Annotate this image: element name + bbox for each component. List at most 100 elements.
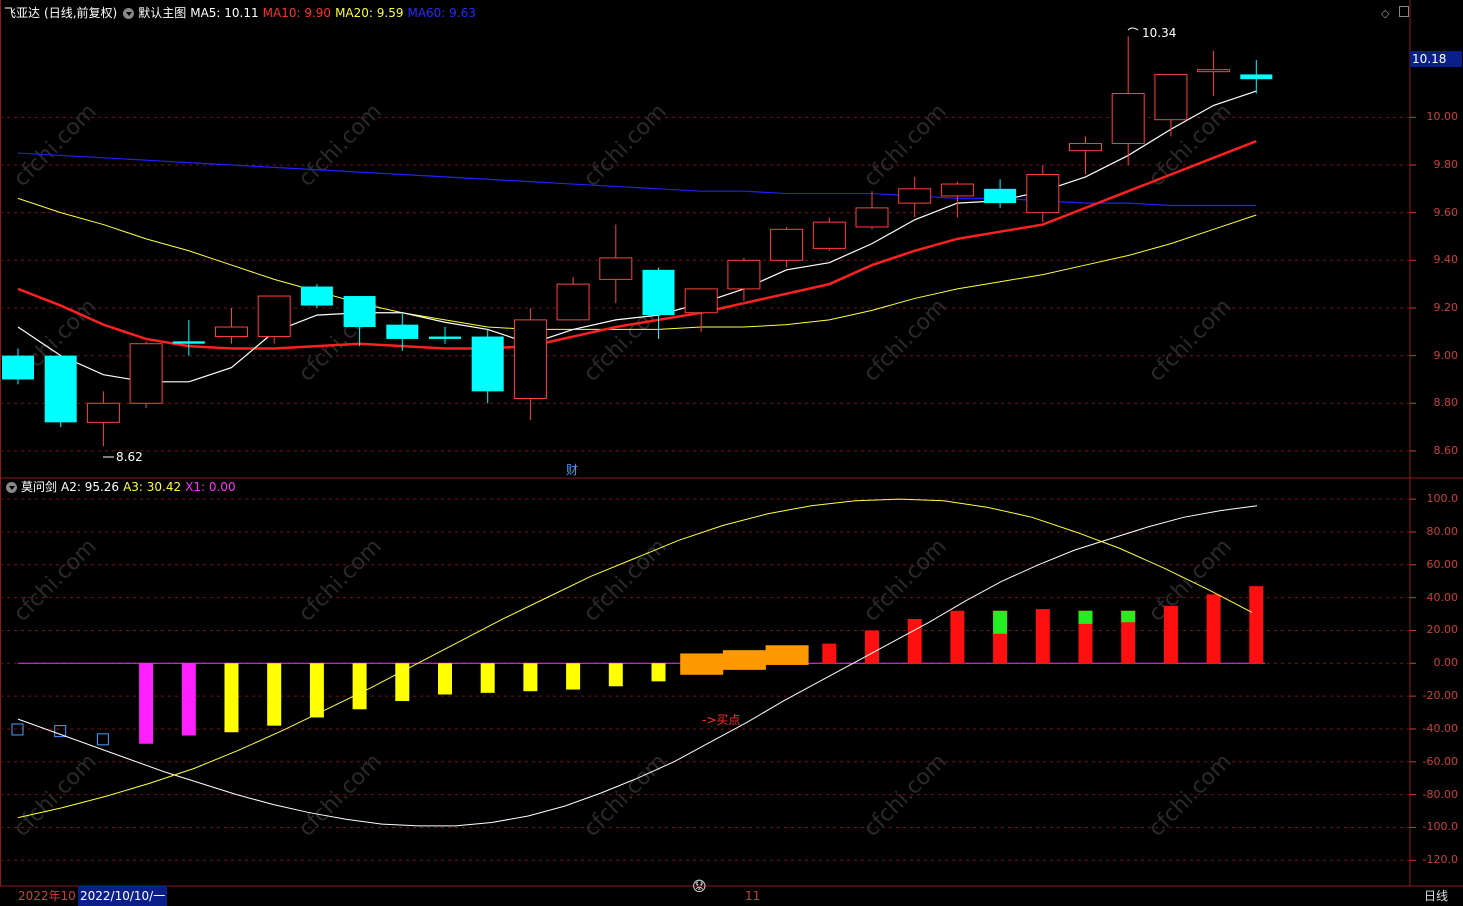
- buy-point-label: ->买点: [702, 713, 740, 727]
- indicator-tick-label: 60.00: [1426, 557, 1459, 571]
- price-tick-label: 8.60: [1433, 443, 1459, 457]
- candle: [812, 217, 846, 251]
- candle: [727, 257, 761, 301]
- indicator-tick-label: 20.00: [1426, 623, 1459, 637]
- candle-body: [812, 221, 846, 249]
- price-tick-label: 9.60: [1433, 205, 1459, 219]
- candle-body: [1197, 69, 1231, 73]
- a3-label: A3: 30.42: [123, 480, 182, 494]
- candle: [1197, 50, 1231, 96]
- indicator-bar: [865, 630, 879, 664]
- candle: [1240, 60, 1273, 94]
- price-tick-label: 9.40: [1433, 253, 1459, 267]
- candle-body: [684, 288, 718, 314]
- ma5-label: MA5: 10.11: [190, 6, 259, 20]
- candle-body: [257, 295, 291, 338]
- current-price-tag: 10.18: [1410, 51, 1462, 67]
- chart-menu-icon[interactable]: [123, 8, 135, 19]
- candle: [1026, 164, 1060, 223]
- candle-body: [642, 269, 675, 316]
- indicator-bar-green: [1078, 610, 1093, 624]
- stock-name: 飞亚达: [4, 6, 41, 20]
- watermark-text: cfchi.com: [859, 99, 952, 192]
- candle: [1154, 73, 1188, 137]
- indicator-tick-label: -100.0: [1422, 820, 1458, 834]
- candle-body: [343, 296, 376, 328]
- a2-label: A2: 95.26: [61, 480, 120, 494]
- candle-body: [86, 402, 120, 423]
- candle: [556, 276, 590, 321]
- emoji-icon[interactable]: 😟: [692, 877, 707, 897]
- indicator-bar: [1035, 609, 1050, 664]
- indicator-name[interactable]: 莫问剑: [21, 480, 57, 494]
- candle: [471, 329, 504, 404]
- indicator-bar: [352, 663, 367, 710]
- candle: [855, 191, 889, 230]
- indicator-bar: [309, 663, 324, 718]
- chart-controls: ◇: [1381, 6, 1409, 20]
- candle-body: [44, 355, 77, 423]
- ma60-line: [17, 152, 1257, 207]
- candle: [984, 179, 1017, 208]
- indicator-bar: [139, 663, 154, 744]
- indicator-bar: [608, 663, 623, 687]
- candle: [300, 284, 333, 308]
- indicator-bar: [680, 653, 724, 675]
- candle-body: [1240, 74, 1273, 80]
- candle: [599, 224, 633, 304]
- candle-body: [386, 324, 419, 339]
- candle: [129, 341, 163, 409]
- candle-body: [429, 336, 461, 339]
- candle: [257, 295, 291, 344]
- signal-box-icon: [54, 725, 67, 738]
- period-label[interactable]: 日线: [1424, 886, 1448, 906]
- candle: [684, 288, 718, 332]
- watermark-text: cfchi.com: [9, 99, 102, 192]
- indicator-tick-label: 40.00: [1426, 590, 1459, 604]
- candle-body: [513, 319, 547, 400]
- candle: [898, 176, 932, 218]
- indicator-menu-icon[interactable]: [6, 482, 17, 493]
- signal-box-icon: [96, 733, 109, 746]
- indicator-bar: [438, 663, 452, 695]
- indicator-bar: [765, 645, 809, 665]
- indicator-bar: [907, 618, 922, 664]
- indicator-bar: [651, 663, 666, 682]
- chart-name[interactable]: 默认主图: [138, 6, 186, 20]
- candle-body: [770, 228, 804, 261]
- indicator-tick-label: -20.00: [1422, 689, 1458, 703]
- candle: [429, 327, 461, 344]
- indicator-bar: [950, 610, 965, 664]
- ma20-label: MA20: 9.59: [335, 6, 404, 20]
- indicator-bar: [1249, 586, 1264, 664]
- indicator-bar: [722, 650, 766, 670]
- indicator-bar: [523, 663, 538, 692]
- candle: [44, 355, 77, 428]
- window-icon[interactable]: [1399, 6, 1409, 17]
- candle-body: [129, 343, 163, 404]
- watermark-text: cfchi.com: [294, 99, 387, 192]
- indicator-tick-label: -60.00: [1422, 754, 1458, 768]
- candle-body: [855, 207, 889, 228]
- price-tick-label: 9.00: [1433, 348, 1459, 362]
- candle: [215, 307, 248, 344]
- price-tick-label: 9.80: [1433, 157, 1459, 171]
- indicator-tick-label: -120.0: [1422, 853, 1458, 867]
- indicator-bar: [480, 663, 495, 693]
- price-tick-label: 8.80: [1433, 396, 1459, 410]
- x1-label: X1: 0.00: [185, 480, 236, 494]
- indicator-header: 莫问剑 A2: 95.26 A3: 30.42 X1: 0.00: [4, 478, 240, 496]
- ma60-label: MA60: 9.63: [407, 6, 476, 20]
- diamond-icon[interactable]: ◇: [1381, 7, 1389, 20]
- candle-body: [1111, 92, 1145, 145]
- indicator-bar: [822, 643, 837, 664]
- watermark-text: cfchi.com: [294, 534, 387, 627]
- indicator-bar: [267, 663, 282, 726]
- candle-body: [984, 188, 1017, 204]
- indicator-bar: [224, 663, 239, 733]
- candle-body: [1154, 73, 1188, 121]
- indicator-tick-label: 0.00: [1433, 656, 1459, 670]
- candle: [770, 226, 804, 268]
- indicator-bar-green: [993, 610, 1008, 634]
- chart-canvas[interactable]: cfchi.com cfchi.com cfchi.com cfchi.com cfch…: [0, 0, 1463, 906]
